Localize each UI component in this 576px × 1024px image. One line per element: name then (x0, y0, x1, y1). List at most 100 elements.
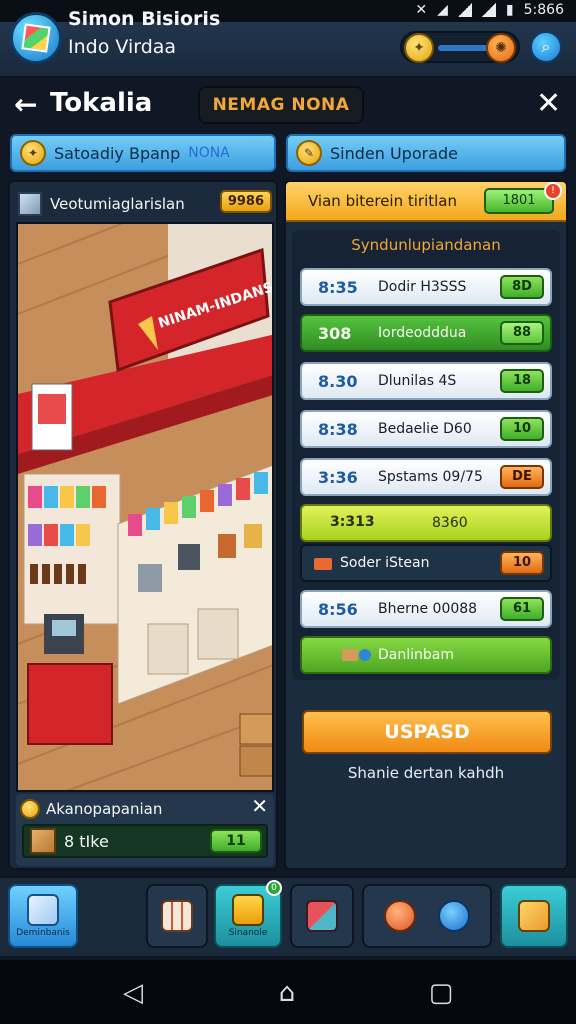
close-icon[interactable]: ✕ (251, 794, 268, 818)
toolbar-shop-button[interactable]: Sinanole 0 (214, 880, 282, 948)
upgrade-icon: ✎ (296, 140, 322, 166)
map-icon (518, 900, 550, 932)
order-row[interactable]: 8:38 Bedaelie D60 10 (300, 410, 552, 448)
parcel-icon (342, 646, 371, 664)
search-button[interactable]: ⌕ (530, 31, 562, 63)
wifi-icon: ◢ (437, 2, 448, 18)
toolbar-map-button[interactable] (500, 884, 568, 948)
coin-icon: ✦ (20, 140, 46, 166)
tab-right-label: Sinden Uporade (330, 143, 459, 163)
back-arrow-icon[interactable]: ← (14, 88, 37, 121)
status-time: 5:866 (523, 2, 564, 18)
orders-panel-header: Vian biterein tiritlan 1801 ! (286, 182, 566, 222)
order-time: 8.30 (318, 372, 358, 391)
grid-icon (161, 900, 193, 932)
coin-icon (20, 799, 40, 819)
order-name: Dodir H3SSS (378, 279, 467, 295)
shop-scene[interactable]: NINAM-INDANSIA (16, 222, 274, 792)
order-row[interactable]: Danlinbam (300, 636, 552, 674)
signal-icon (457, 3, 472, 17)
order-button[interactable]: DE (500, 465, 544, 489)
nav-back-icon[interactable]: ◁ (118, 978, 148, 1008)
toolbar-storage-button[interactable] (290, 884, 354, 948)
order-row[interactable]: Soder iStean 10 (300, 544, 552, 582)
order-time: 8:38 (318, 420, 358, 439)
currency-pill[interactable]: ✦ ✺ (400, 31, 520, 63)
basket-icon (312, 554, 334, 572)
toolbar-shop-label: Sinanole (228, 928, 268, 938)
shop-cart-icon (232, 894, 264, 926)
toolbar-home-button[interactable]: Deminbanis (8, 884, 78, 948)
toolbar-build-button[interactable] (146, 884, 208, 948)
close-icon[interactable]: ✕ (536, 86, 561, 121)
orders-title: Syndunlupiandanan (351, 236, 501, 254)
shop-panel-header: Veotumiaglarislan 9986 (18, 188, 276, 220)
nav-home-icon[interactable]: ⌂ (272, 978, 302, 1008)
currency-progress (438, 45, 488, 51)
cube-icon (21, 23, 51, 53)
toolbar-home-label: Deminbanis (16, 928, 70, 938)
coin-icon: ✦ (404, 33, 434, 63)
header: Simon Bisioris Indo Virdaa ✦ ✺ ⌕ (0, 8, 576, 78)
tab-left-extra: NONA (188, 145, 230, 161)
mute-icon: ✕ (415, 2, 428, 18)
footer-item-row[interactable]: 8 tIke 11 (22, 824, 268, 858)
footer-item-button[interactable]: 11 (210, 829, 262, 853)
order-time: 3:36 (318, 468, 358, 487)
footer-title: Akanopapanian (46, 800, 163, 818)
upgrade-caption: Shanie dertan kahdh (347, 764, 505, 782)
orders-panel-title: Vian biterein tiritlan (308, 192, 458, 210)
toolbar-social-button[interactable] (362, 884, 492, 948)
tab-left[interactable]: ✦ Satoadiy Bpanp NONA (10, 134, 276, 172)
upgrade-button[interactable]: USPASD (302, 710, 552, 754)
order-button[interactable]: 88 (500, 321, 544, 345)
signal-icon-2 (481, 3, 496, 17)
order-row[interactable]: 8.30 Dlunilas 4S 18 (300, 362, 552, 400)
footer-title-row: Akanopapanian ✕ (20, 794, 270, 822)
tab-left-label: Satoadiy Bpanp (54, 143, 181, 163)
pot-icon (384, 900, 416, 932)
system-nav-bar: ◁ ⌂ ▢ (0, 960, 576, 1024)
order-name: Spstams 09/75 (378, 469, 483, 485)
app-subtitle: Indo Virdaa (68, 36, 177, 58)
alert-icon: ! (544, 182, 562, 200)
order-name: Bedaelie D60 (378, 421, 472, 437)
app-logo[interactable] (10, 12, 62, 64)
nav-recents-icon[interactable]: ▢ (426, 978, 456, 1008)
order-row[interactable]: 308 Iordeodddua 88 (300, 314, 552, 352)
globe-icon (438, 900, 470, 932)
shop-illustration: NINAM-INDANSIA (18, 224, 272, 790)
storage-box-icon (306, 900, 338, 932)
order-button[interactable]: 10 (500, 551, 544, 575)
toolbar-shop-badge: 0 (266, 880, 282, 896)
order-button[interactable]: 8D (500, 275, 544, 299)
order-row[interactable]: 3:36 Spstams 09/75 DE (300, 458, 552, 496)
box-icon (18, 192, 42, 216)
order-time: 308 (318, 324, 352, 343)
order-time: 8:56 (318, 600, 358, 619)
order-time: 8:35 (318, 278, 358, 297)
battery-icon: ▮ (505, 2, 514, 18)
order-button[interactable]: 18 (500, 369, 544, 393)
page-title: Tokalia (50, 88, 153, 118)
order-row[interactable]: 8:35 Dodir H3SSS 8D (300, 268, 552, 306)
footer-item-label: 8 tIke (64, 831, 109, 851)
boxes-icon (27, 894, 59, 926)
order-name: Soder iStean (340, 555, 430, 571)
shop-panel-badge[interactable]: 9986 (219, 190, 272, 213)
shop-panel: Veotumiaglarislan 9986 NINAM-INDANSIA Ak… (8, 180, 278, 870)
order-button[interactable]: 10 (500, 417, 544, 441)
order-button[interactable]: 61 (500, 597, 544, 621)
crate-icon (30, 828, 56, 854)
order-name: 8360 (432, 515, 468, 531)
orders-panel: Vian biterein tiritlan 1801 ! Syndunlupi… (284, 180, 568, 870)
order-name: Danlinbam (378, 647, 454, 663)
order-time: 3:313 (330, 514, 375, 530)
order-name: Dlunilas 4S (378, 373, 457, 389)
bottom-toolbar: Deminbanis Sinanole 0 (0, 876, 576, 956)
order-row[interactable]: 8:56 Bherne 00088 61 (300, 590, 552, 628)
order-row[interactable]: 3:313 8360 (300, 504, 552, 542)
order-name: Bherne 00088 (378, 601, 478, 617)
gear-icon[interactable]: ✺ (486, 33, 516, 63)
tab-right[interactable]: ✎ Sinden Uporade (286, 134, 566, 172)
